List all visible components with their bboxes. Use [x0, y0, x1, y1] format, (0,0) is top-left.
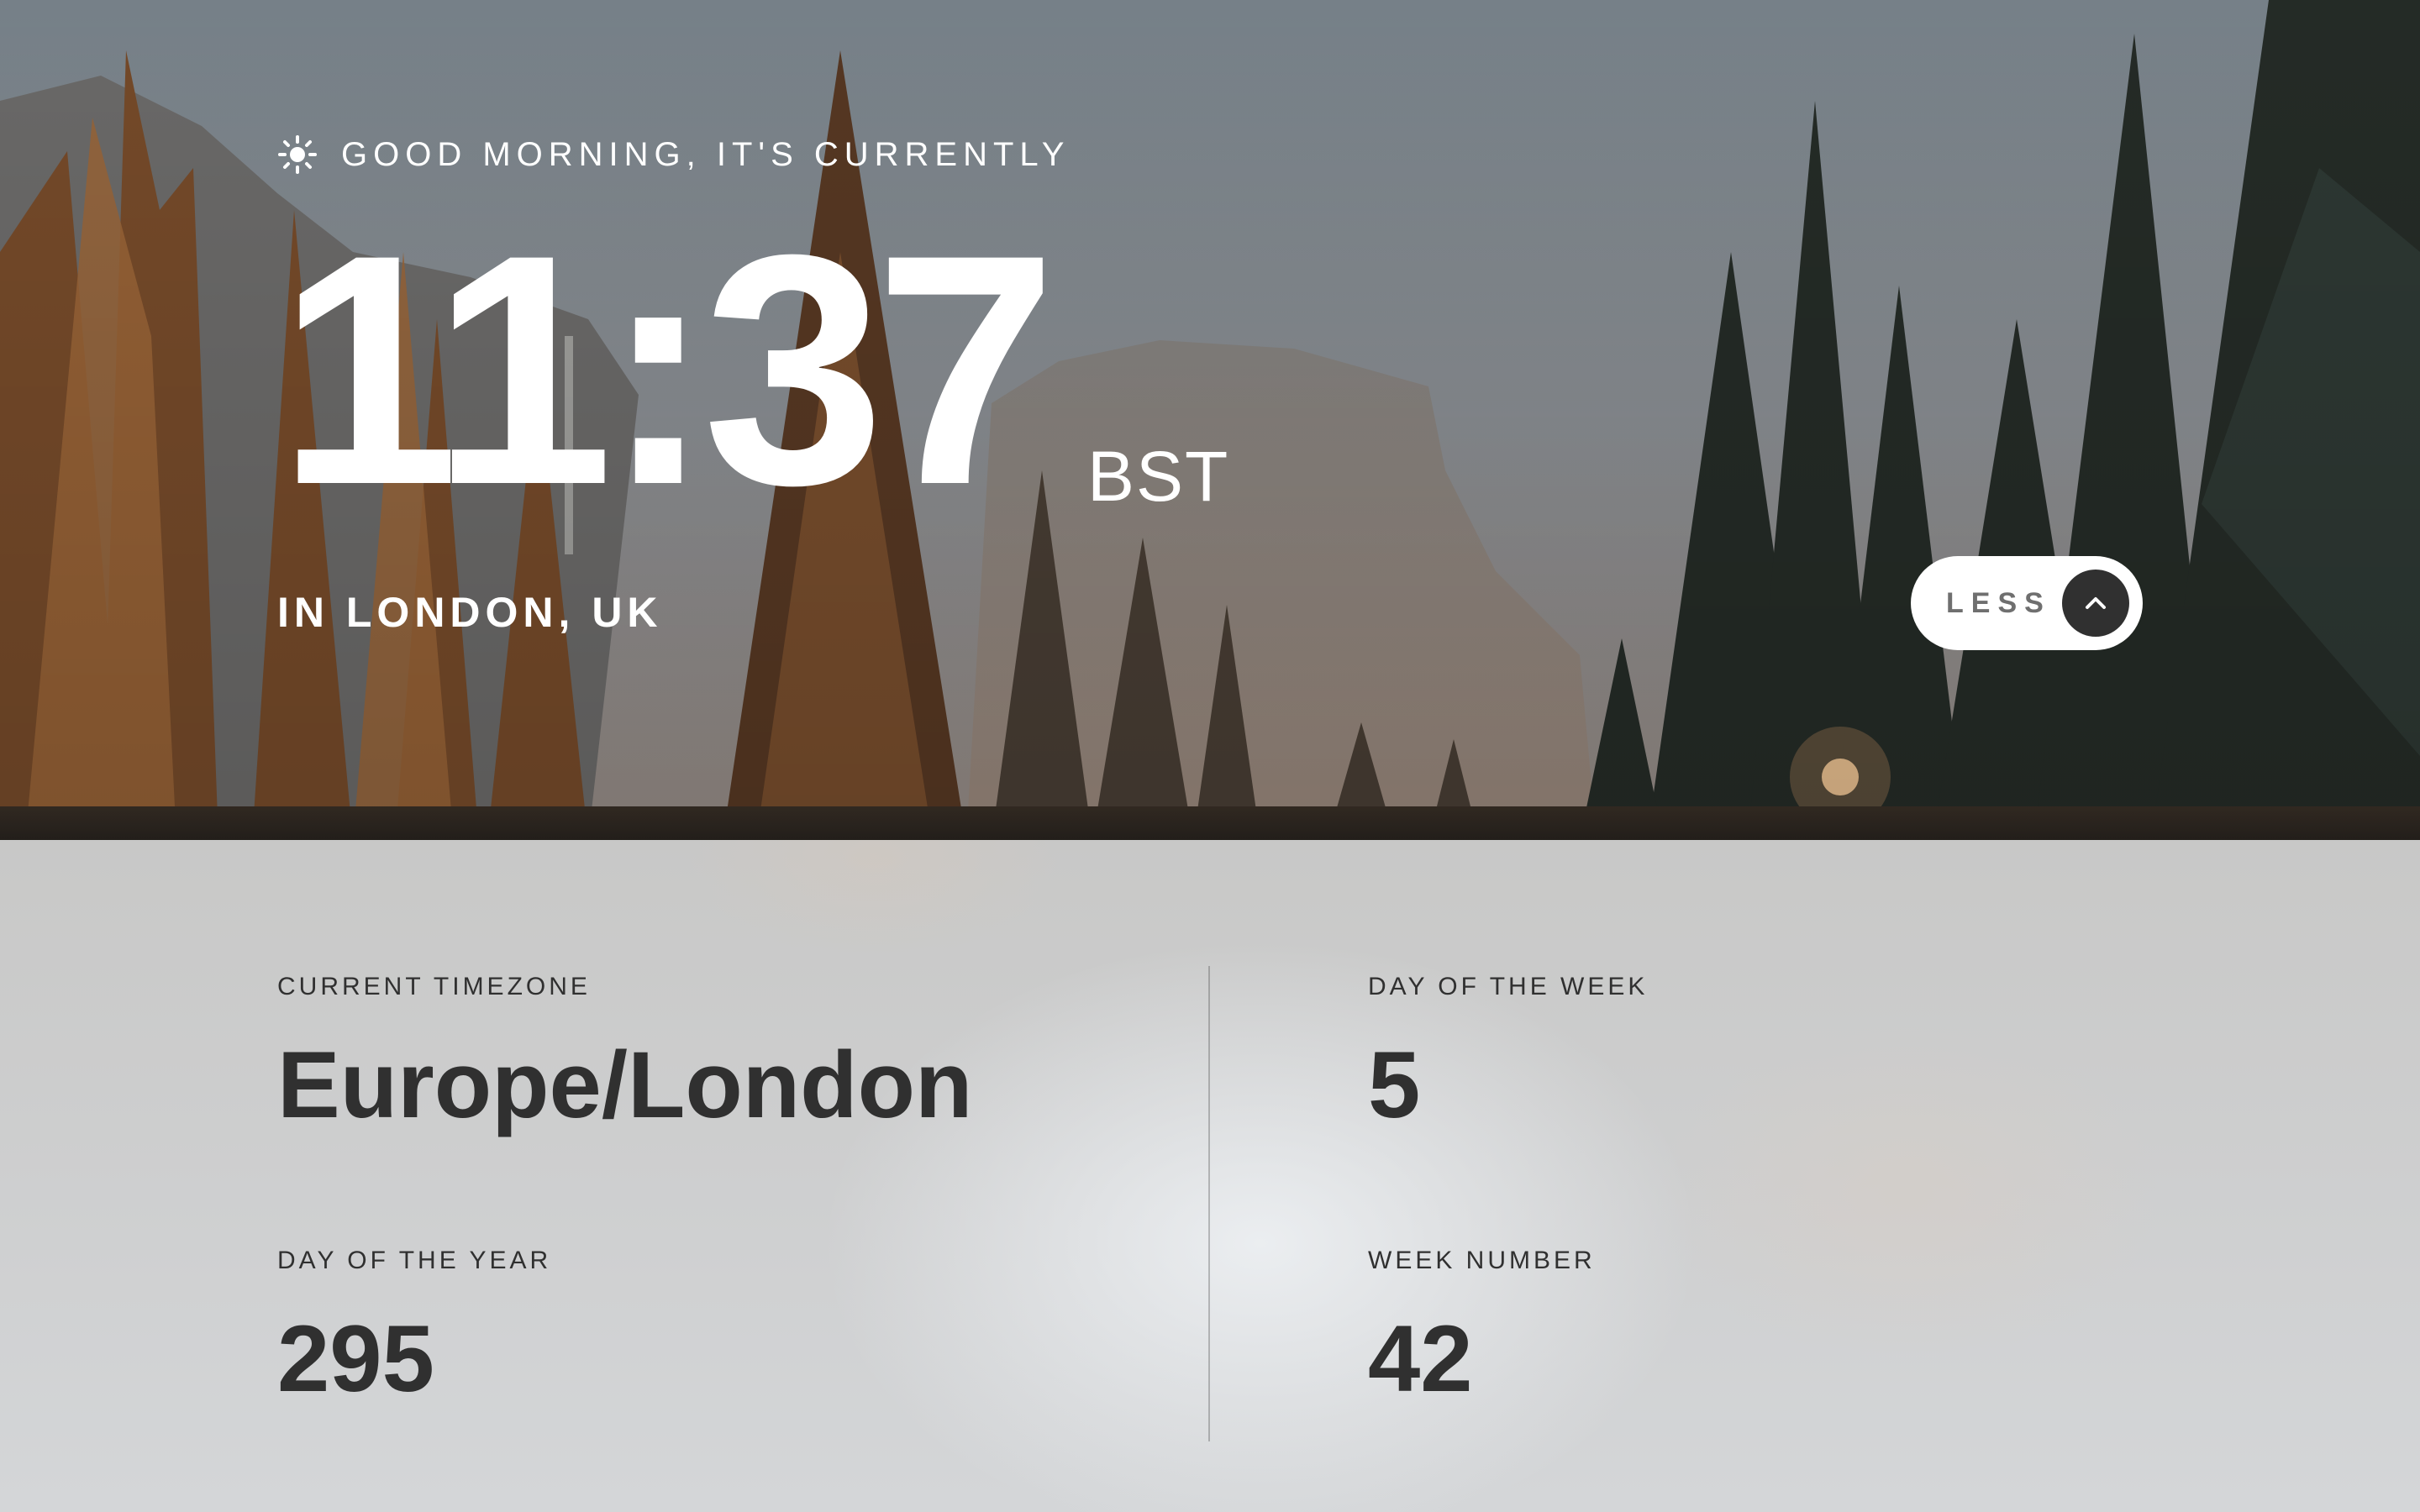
- stat-value: Europe/London: [277, 1032, 973, 1137]
- column-divider: [1208, 966, 1210, 1441]
- clock-app: GOOD MORNING, IT'S CURRENTLY 11:37 BST I…: [0, 0, 2420, 1512]
- stat-label: DAY OF THE YEAR: [277, 1247, 552, 1274]
- current-time: 11:37: [277, 186, 1057, 553]
- sun-icon: [278, 135, 317, 174]
- greeting-text: GOOD MORNING, IT'S CURRENTLY: [341, 135, 1071, 173]
- stat-label: CURRENT TIMEZONE: [277, 973, 591, 1000]
- clock-display: 11:37 BST: [277, 186, 1230, 553]
- stat-label: DAY OF THE WEEK: [1368, 973, 1649, 1000]
- location-text: IN LONDON, UK: [277, 589, 663, 636]
- timezone-abbreviation: BST: [1086, 437, 1230, 516]
- stat-week-number: WEEK NUMBER 42: [1368, 1247, 1596, 1410]
- stat-value: 295: [277, 1306, 434, 1411]
- stat-current-timezone: CURRENT TIMEZONE Europe/London: [277, 973, 972, 1136]
- less-toggle-button[interactable]: LESS: [1911, 556, 2143, 650]
- hero-section: GOOD MORNING, IT'S CURRENTLY 11:37 BST I…: [0, 0, 2420, 840]
- greeting: GOOD MORNING, IT'S CURRENTLY: [277, 134, 1070, 175]
- stat-value: 5: [1368, 1032, 1421, 1137]
- stat-day-of-week: DAY OF THE WEEK 5: [1368, 973, 1648, 1136]
- details-panel: CURRENT TIMEZONE Europe/London DAY OF TH…: [0, 840, 2420, 1512]
- stat-value: 42: [1368, 1306, 1473, 1411]
- stat-label: WEEK NUMBER: [1368, 1247, 1596, 1274]
- stat-day-of-year: DAY OF THE YEAR 295: [277, 1247, 551, 1410]
- chevron-up-icon[interactable]: [2062, 570, 2129, 637]
- toggle-label: LESS: [1946, 586, 2051, 619]
